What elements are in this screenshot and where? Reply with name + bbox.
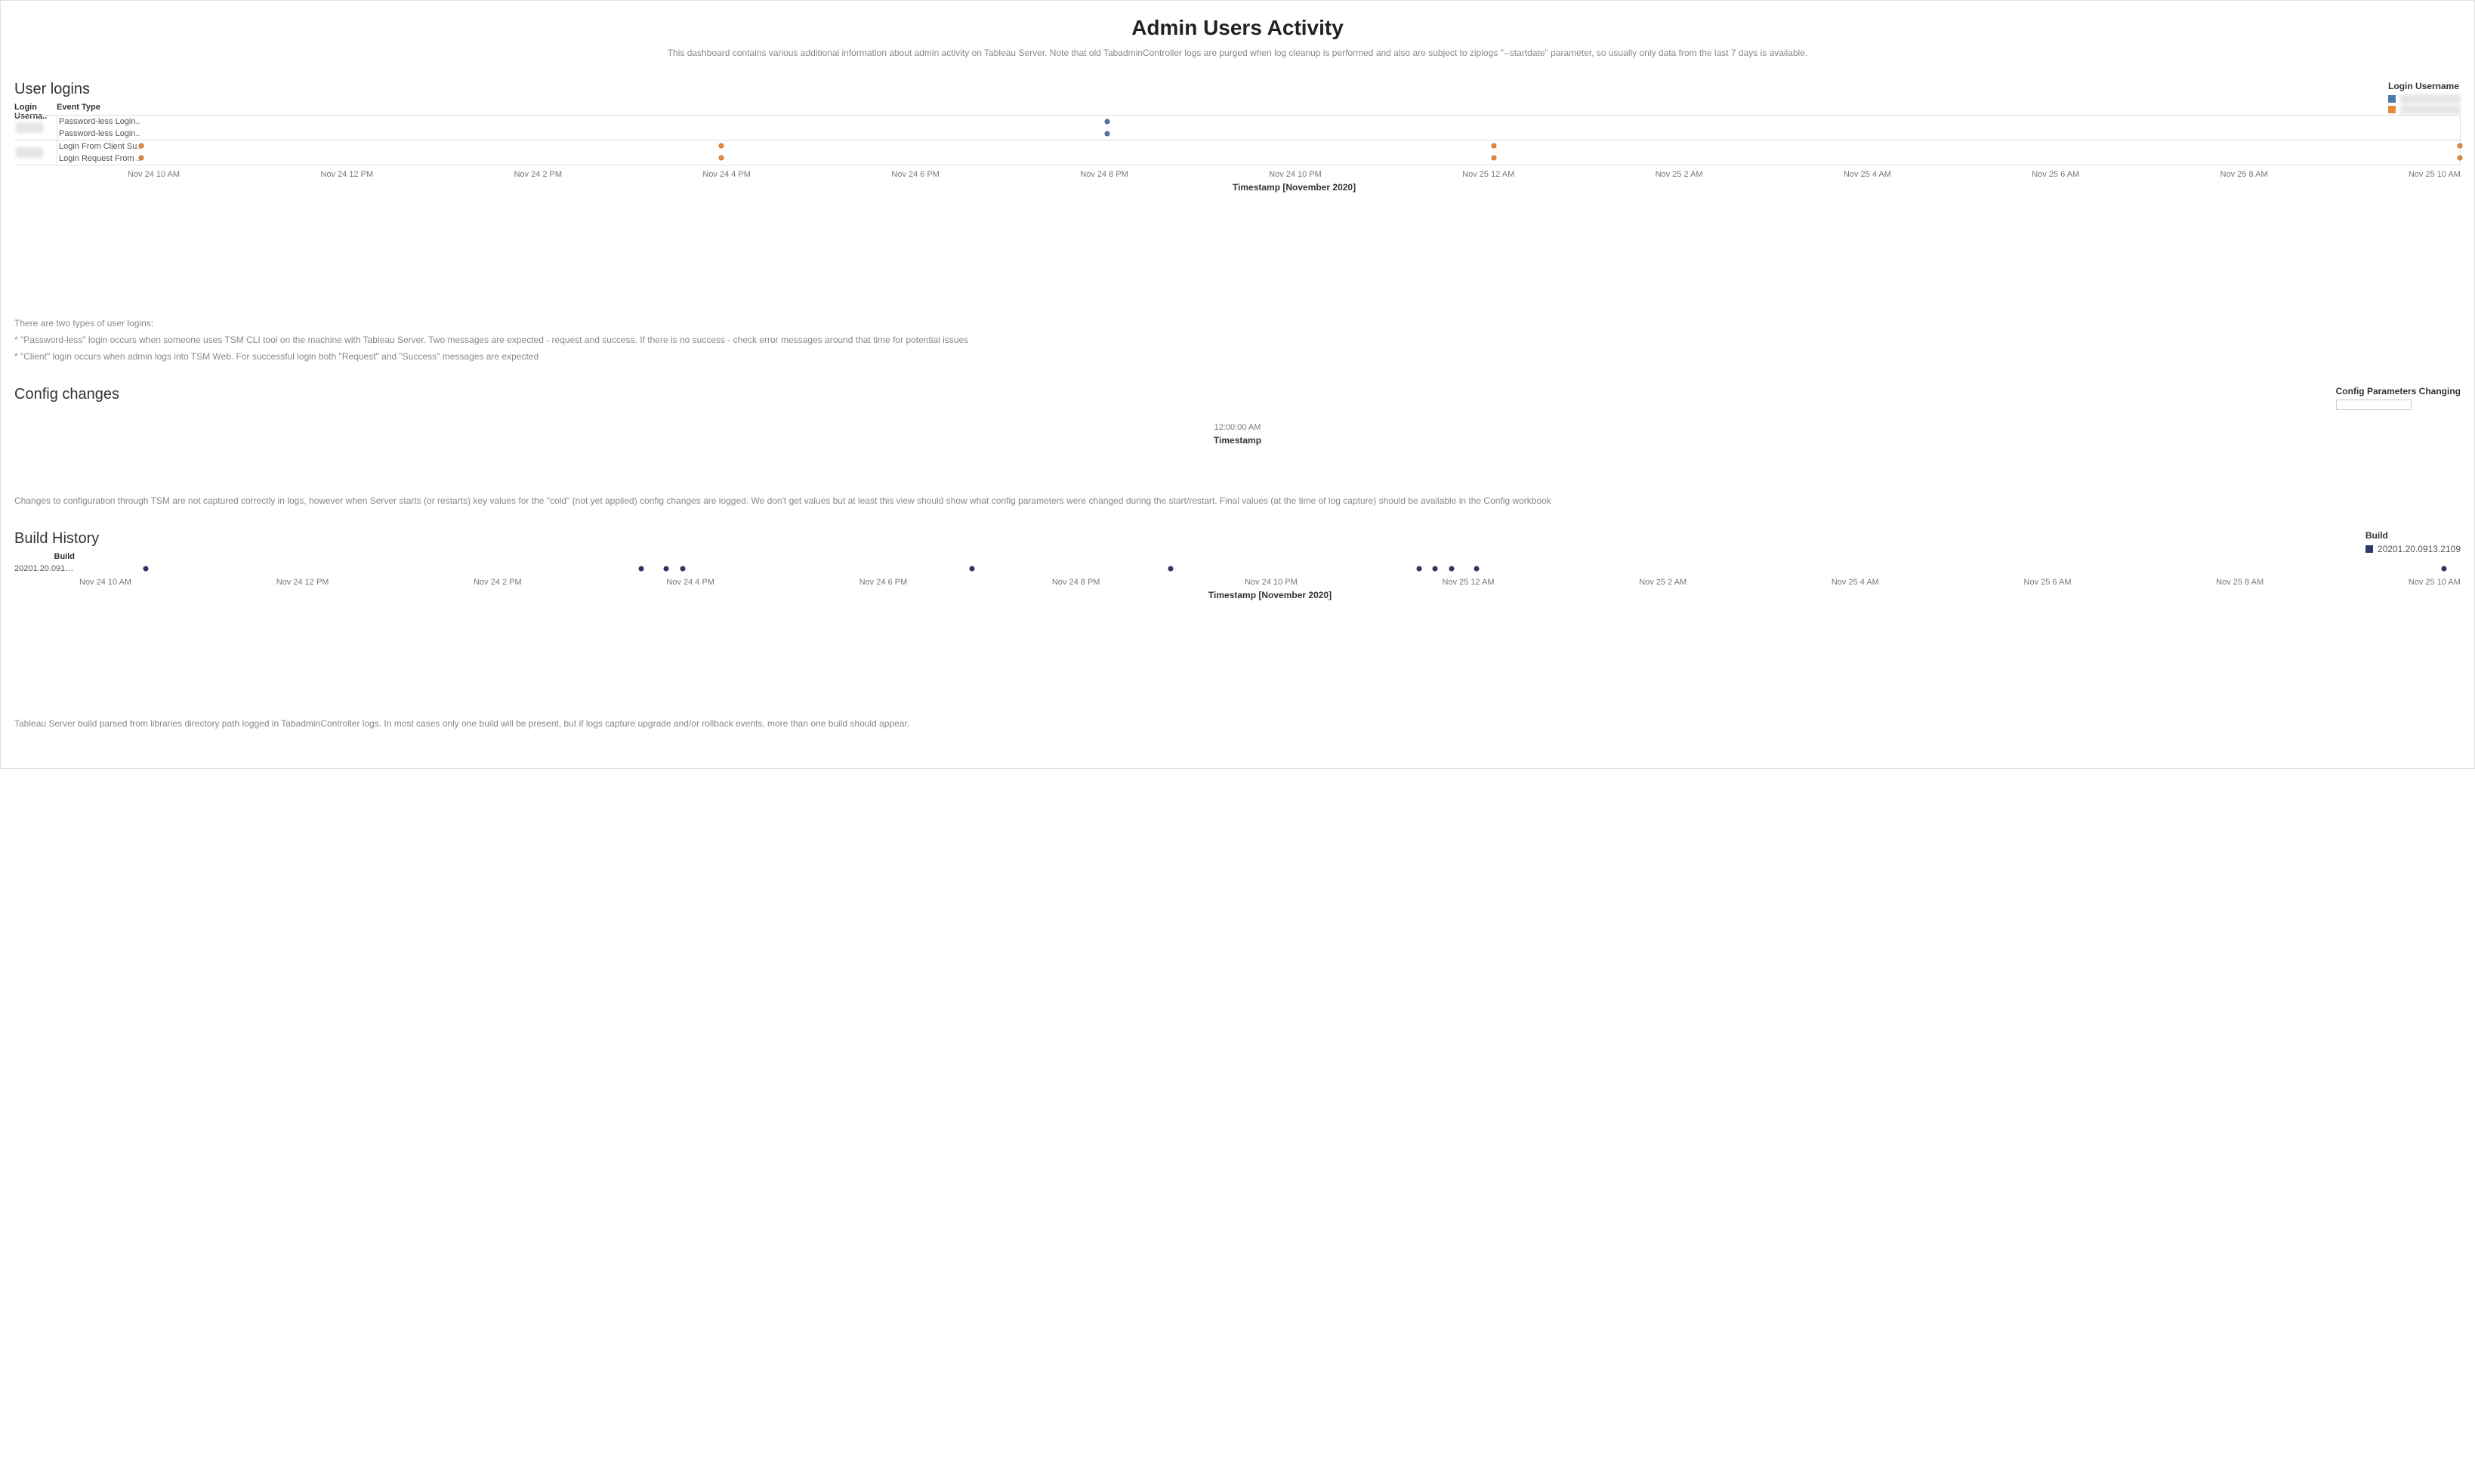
- legend-label-redacted: [2400, 105, 2461, 114]
- build-history-legend: Build 20201.20.0913.2109: [2365, 530, 2461, 556]
- data-point[interactable]: [1474, 566, 1480, 572]
- axis-tick: Nov 24 2 PM: [514, 170, 562, 179]
- legend-title: Config Parameters Changing: [2336, 386, 2461, 396]
- user-logins-note: There are two types of user logins:: [14, 316, 2461, 330]
- axis-tick: Nov 25 10 AM: [2409, 170, 2461, 179]
- axis-tick: Nov 24 6 PM: [891, 170, 940, 179]
- axis-tick: Nov 25 6 AM: [2024, 578, 2072, 587]
- axis-tick: Nov 24 8 PM: [1080, 170, 1128, 179]
- user-logins-x-ticks: Nov 24 10 AM Nov 24 12 PM Nov 24 2 PM Nov 2…: [128, 170, 2461, 179]
- data-point[interactable]: [1416, 566, 1421, 572]
- axis-tick: Nov 24 12 PM: [320, 170, 373, 179]
- user-logins-x-label: Timestamp [November 2020]: [128, 182, 2461, 193]
- event-type-row: Password-less Login..: [57, 116, 141, 128]
- data-point[interactable]: [2458, 156, 2463, 161]
- axis-tick: Nov 24 10 AM: [128, 170, 180, 179]
- legend-empty-box[interactable]: [2336, 400, 2412, 410]
- axis-tick: Nov 25 4 AM: [1832, 578, 1879, 587]
- data-point[interactable]: [2458, 143, 2463, 149]
- col-header-build: Build: [14, 552, 75, 563]
- data-point[interactable]: [1492, 143, 1497, 149]
- config-changes-x-label: Timestamp: [14, 435, 2461, 446]
- section-user-logins: User logins Login Username Login Userna.…: [14, 81, 2461, 363]
- build-history-chart[interactable]: Build 20201.20.0913...: [14, 552, 2461, 575]
- col-header-event: Event Type: [57, 103, 141, 115]
- event-type-row: Password-less Login..: [57, 128, 141, 140]
- data-point[interactable]: [139, 143, 144, 149]
- data-point[interactable]: [718, 143, 724, 149]
- axis-tick: Nov 25 12 AM: [1442, 578, 1494, 587]
- data-point[interactable]: [718, 156, 724, 161]
- data-point[interactable]: [1105, 119, 1110, 125]
- legend-swatch-icon: [2365, 545, 2373, 553]
- page-title: Admin Users Activity: [14, 16, 2461, 40]
- axis-tick: Nov 25 10 AM: [2409, 578, 2461, 587]
- data-point[interactable]: [1449, 566, 1455, 572]
- axis-tick: Nov 25 4 AM: [1844, 170, 1891, 179]
- legend-title: Build: [2365, 530, 2461, 541]
- config-changes-note: Changes to configuration through TSM are…: [14, 494, 2461, 508]
- legend-item[interactable]: [2388, 105, 2461, 114]
- axis-tick: Nov 24 12 PM: [276, 578, 329, 587]
- data-point[interactable]: [680, 566, 686, 572]
- legend-title: Login Username: [2388, 81, 2461, 91]
- axis-tick: Nov 25 2 AM: [1656, 170, 1703, 179]
- section-config-changes: Config changes Config Parameters Changin…: [14, 386, 2461, 508]
- build-history-x-label: Timestamp [November 2020]: [79, 590, 2461, 600]
- axis-tick: Nov 24 10 AM: [79, 578, 131, 587]
- data-point[interactable]: [1433, 566, 1438, 572]
- data-point[interactable]: [139, 156, 144, 161]
- axis-tick: Nov 25 2 AM: [1639, 578, 1687, 587]
- data-point[interactable]: [2442, 566, 2447, 572]
- data-point[interactable]: [1492, 156, 1497, 161]
- event-type-row: Login From Client Su..: [57, 140, 141, 153]
- user-logins-note: * "Password-less" login occurs when some…: [14, 333, 2461, 347]
- axis-tick: Nov 25 6 AM: [2032, 170, 2079, 179]
- axis-tick: Nov 24 10 PM: [1269, 170, 1322, 179]
- build-history-x-ticks: Nov 24 10 AM Nov 24 12 PM Nov 24 2 PM Nov 2…: [79, 578, 2461, 587]
- axis-tick: Nov 24 10 PM: [1245, 578, 1298, 587]
- build-history-title: Build History: [14, 530, 2461, 548]
- user-logins-chart[interactable]: Login Userna.. Event Type Password-less …: [14, 103, 2461, 165]
- data-point[interactable]: [143, 566, 148, 572]
- axis-tick: Nov 24 8 PM: [1052, 578, 1100, 587]
- build-history-note: Tableau Server build parsed from librari…: [14, 717, 2461, 730]
- build-value: 20201.20.0913...: [14, 563, 75, 575]
- axis-tick: Nov 25 8 AM: [2216, 578, 2264, 587]
- legend-swatch-icon: [2388, 106, 2396, 113]
- axis-tick: Nov 24 6 PM: [859, 578, 908, 587]
- user-cell: [14, 116, 57, 140]
- user-logins-note: * "Client" login occurs when admin logs …: [14, 350, 2461, 363]
- data-point[interactable]: [664, 566, 669, 572]
- legend-item-label: 20201.20.0913.2109: [2378, 544, 2461, 554]
- config-changes-tick: 12:00:00 AM: [14, 423, 2461, 432]
- config-changes-chart[interactable]: 12:00:00 AM Timestamp: [14, 408, 2461, 446]
- legend-swatch-icon: [2388, 95, 2396, 103]
- data-point[interactable]: [1168, 566, 1174, 572]
- legend-item[interactable]: [2388, 94, 2461, 103]
- page-subtitle: This dashboard contains various addition…: [14, 48, 2461, 58]
- axis-tick: Nov 25 8 AM: [2220, 170, 2268, 179]
- legend-item[interactable]: 20201.20.0913.2109: [2365, 544, 2461, 554]
- section-build-history: Build History Build 20201.20.0913.2109 B…: [14, 530, 2461, 730]
- data-point[interactable]: [639, 566, 644, 572]
- config-changes-legend: Config Parameters Changing: [2336, 386, 2461, 410]
- axis-tick: Nov 25 12 AM: [1462, 170, 1514, 179]
- user-cell: [14, 140, 57, 165]
- user-logins-title: User logins: [14, 81, 2461, 98]
- axis-tick: Nov 24 2 PM: [474, 578, 522, 587]
- legend-label-redacted: [2400, 94, 2461, 103]
- event-type-row: Login Request From ..: [57, 153, 141, 165]
- config-changes-title: Config changes: [14, 386, 2461, 403]
- col-header-user: Login Userna..: [14, 103, 57, 115]
- data-point[interactable]: [970, 566, 975, 572]
- data-point[interactable]: [1105, 131, 1110, 137]
- user-logins-legend: Login Username: [2388, 81, 2461, 116]
- axis-tick: Nov 24 4 PM: [702, 170, 751, 179]
- axis-tick: Nov 24 4 PM: [666, 578, 714, 587]
